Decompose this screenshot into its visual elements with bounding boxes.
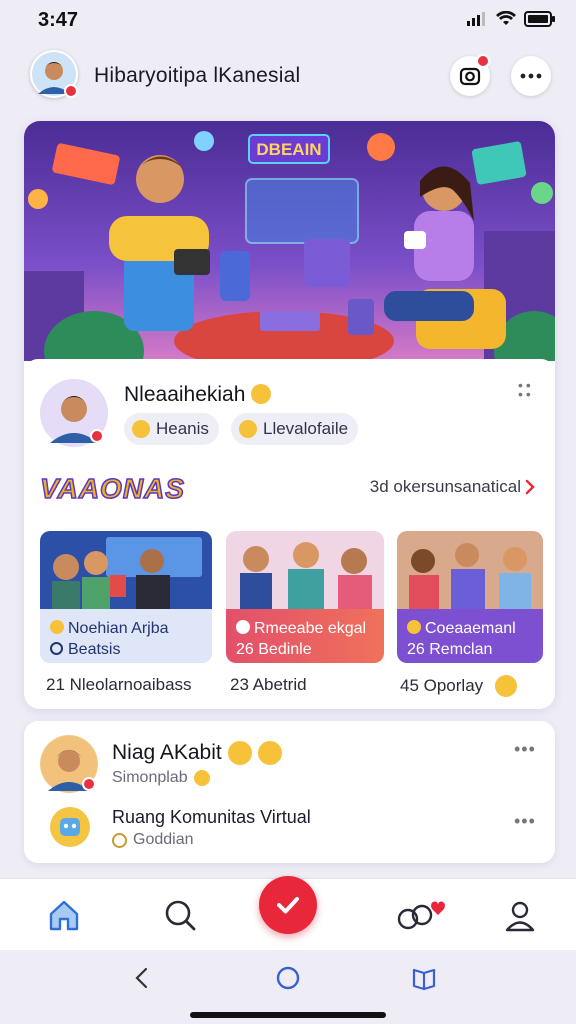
post-subtitle-text: Simonplab xyxy=(112,769,188,786)
profile-avatar[interactable] xyxy=(40,379,108,447)
tile-emoji-icon xyxy=(50,620,64,634)
community-subtitle: Goddian xyxy=(112,831,194,849)
home-icon xyxy=(49,900,79,931)
check-action-button[interactable] xyxy=(259,876,317,934)
chip-label: Llevalofaile xyxy=(263,419,349,438)
tile-2-caption: 23 Abetrid xyxy=(230,675,307,694)
tile-3-title-text: Coeaaemanl xyxy=(425,620,516,637)
community-title[interactable]: Ruang Komunitas Virtual xyxy=(112,807,311,828)
nav-community[interactable] xyxy=(392,893,448,937)
tile-3-title: Coeaaemanl xyxy=(407,618,533,639)
more-icon xyxy=(520,73,542,79)
smirk-emoji-icon xyxy=(495,675,518,697)
post-author: Niag AKabit xyxy=(112,741,282,765)
status-icons xyxy=(466,11,556,27)
post-more-icon[interactable]: ••• xyxy=(514,739,536,760)
profile-panel: Nleaaihekiah •• •• Heanis Llevalofaile VA… xyxy=(24,359,555,709)
profile-name: Nleaaihekiah xyxy=(124,383,272,407)
nav-profile[interactable] xyxy=(498,893,542,937)
community-subtitle-text: Goddian xyxy=(133,831,194,848)
community-tile-1[interactable]: Noehian Arjba Beatsis xyxy=(40,531,212,663)
community-heart-icon xyxy=(397,901,445,930)
see-all-label: 3d okersunsanatical xyxy=(369,477,521,496)
chip-emoji-icon xyxy=(132,420,150,438)
tile-1-title: Noehian Arjba xyxy=(50,618,202,639)
profile-drag-handle-icon[interactable]: •• •• xyxy=(518,378,534,401)
tile-2-subtitle-text: 26 Bedinle xyxy=(236,641,312,658)
system-nav xyxy=(0,950,576,1024)
book-icon xyxy=(412,968,436,991)
tile-3-illustration xyxy=(397,531,543,611)
tile-1-footer: Noehian Arjba Beatsis xyxy=(40,609,212,663)
profile-icon xyxy=(505,901,535,932)
hero-illustration: DBEAIN xyxy=(24,121,555,361)
check-icon xyxy=(277,897,299,914)
more-options-button[interactable] xyxy=(511,56,551,96)
tile-emoji-icon xyxy=(407,620,421,634)
tile-2-title: Rmeeabe ekgal xyxy=(236,618,374,639)
post-subtitle: Simonplab xyxy=(112,769,210,787)
camera-notification-badge xyxy=(476,54,490,68)
avatar-status-badge xyxy=(64,84,78,98)
community-tile-3[interactable]: Coeaaemanl 26 Remclan xyxy=(397,531,543,663)
tile-3-caption: 45 Oporlay xyxy=(400,675,518,697)
tile-2-footer: Rmeeabe ekgal 26 Bedinle xyxy=(226,609,384,663)
tile-badge-icon xyxy=(236,620,250,634)
community-more-icon[interactable]: ••• xyxy=(514,811,536,832)
community-app-icon xyxy=(50,807,90,847)
chevron-right-icon xyxy=(525,479,535,495)
home-indicator[interactable] xyxy=(190,1012,386,1018)
profile-status-badge xyxy=(90,429,104,443)
smile-emoji-icon xyxy=(257,741,282,765)
tile-1-title-text: Noehian Arjba xyxy=(68,620,169,637)
tile-2-title-text: Rmeeabe ekgal xyxy=(254,620,367,637)
status-bar: 3:47 xyxy=(0,0,576,40)
chip-tag-2[interactable]: Llevalofaile xyxy=(231,413,359,445)
system-back-button[interactable] xyxy=(126,962,158,994)
community-tile-2[interactable]: Rmeeabe ekgal 26 Bedinle xyxy=(226,531,384,663)
search-icon xyxy=(165,900,196,931)
hero-sign-text: DBEAIN xyxy=(256,140,321,159)
signal-icon xyxy=(467,12,485,26)
hand-emoji-icon xyxy=(193,770,210,786)
post-card[interactable]: Niag AKabit Simonplab ••• Ruang Komunita… xyxy=(24,721,555,863)
chip-emoji-icon xyxy=(239,420,257,438)
robot-face-icon xyxy=(60,818,80,836)
grin-emoji-icon xyxy=(227,741,252,765)
chip-tag-1[interactable]: Heanis xyxy=(124,413,219,445)
system-home-button[interactable] xyxy=(272,962,304,994)
post-avatar-badge xyxy=(82,777,96,791)
nav-search[interactable] xyxy=(158,893,202,937)
chip-label: Heanis xyxy=(156,419,209,438)
tile-3-subtitle-text: 26 Remclan xyxy=(407,641,493,658)
camera-icon xyxy=(459,67,481,86)
coin-icon xyxy=(112,832,127,848)
post-author-name: Niag AKabit xyxy=(112,741,222,764)
tile-2-illustration xyxy=(226,531,384,611)
home-circle-icon xyxy=(276,966,300,990)
profile-name-text: Nleaaihekiah xyxy=(124,383,246,406)
post-avatar[interactable] xyxy=(40,735,98,793)
tile-1-subtitle: Beatsis xyxy=(50,639,202,660)
tile-3-caption-text: 45 Oporlay xyxy=(400,676,484,695)
back-icon xyxy=(135,967,148,989)
tile-1-caption: 21 Nleolarnoaibass xyxy=(46,675,192,694)
header-avatar[interactable] xyxy=(30,50,78,98)
wifi-icon xyxy=(496,11,516,25)
status-time: 3:47 xyxy=(38,9,79,31)
tile-3-footer: Coeaaemanl 26 Remclan xyxy=(397,609,543,663)
camera-button[interactable] xyxy=(450,54,490,96)
section-logo: VAAONAS xyxy=(39,472,185,505)
header-title: Hibaryoitipa lKanesial xyxy=(94,64,301,87)
feature-card: DBEAIN Nleaaihekiah •• •• Heanis Llevalo… xyxy=(24,121,555,709)
see-all-link[interactable]: 3d okersunsanatical xyxy=(370,477,535,497)
battery-icon xyxy=(524,11,555,27)
wink-emoji-icon xyxy=(251,384,272,404)
tile-1-subtitle-text: Beatsis xyxy=(68,641,121,658)
tile-1-illustration xyxy=(40,531,212,611)
nav-home[interactable] xyxy=(42,893,86,937)
system-recents-button[interactable] xyxy=(408,962,440,994)
tile-badge-icon xyxy=(50,642,63,655)
top-header: Hibaryoitipa lKanesial xyxy=(0,44,576,108)
